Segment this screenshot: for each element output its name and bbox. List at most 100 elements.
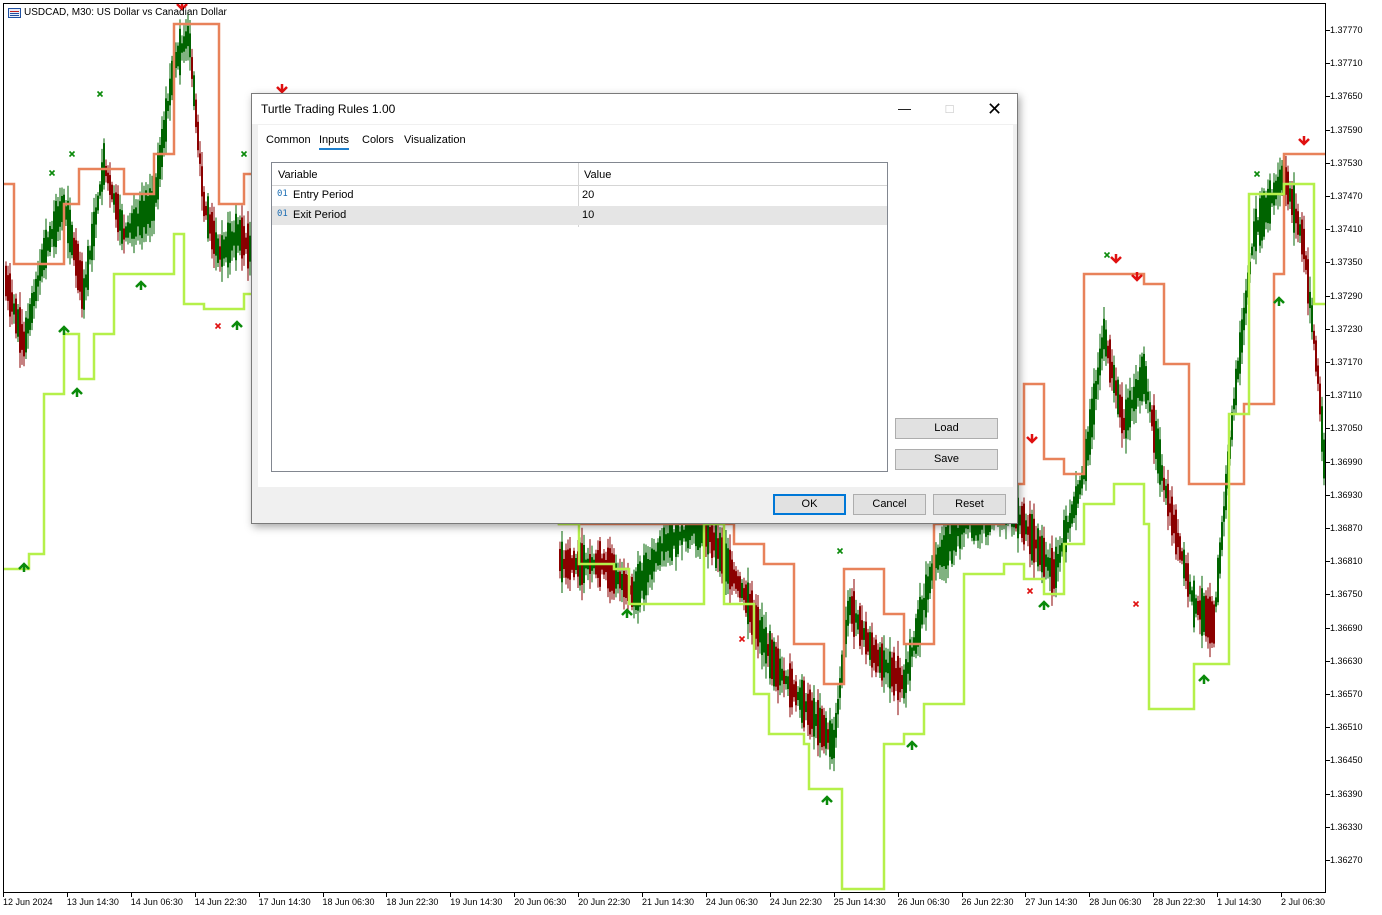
- candle-body: [729, 549, 731, 590]
- candle-body: [1255, 208, 1257, 252]
- candle-body: [835, 712, 837, 738]
- input-value[interactable]: 10: [582, 209, 594, 221]
- candle-body: [1169, 503, 1171, 513]
- candle-body: [1251, 246, 1253, 256]
- candle-body: [899, 667, 901, 693]
- load-button[interactable]: Load: [895, 418, 998, 439]
- candle-body: [759, 620, 761, 643]
- candle-body: [839, 678, 841, 698]
- candle-body: [1279, 169, 1281, 195]
- candle-body: [195, 99, 197, 128]
- exit-long-icon: [68, 150, 76, 158]
- time-tick-label: 2 Jul 06:30: [1281, 897, 1326, 907]
- candle-body: [1127, 397, 1129, 431]
- candle-body: [621, 573, 623, 591]
- candle-body: [1269, 180, 1271, 224]
- price-tick-label: 1.36750: [1330, 589, 1363, 600]
- candle-body: [73, 237, 75, 261]
- candle-body: [787, 676, 789, 690]
- candle-body: [905, 659, 907, 693]
- candle-body: [709, 526, 711, 543]
- candle-body: [871, 632, 873, 668]
- candle-body: [1201, 588, 1203, 636]
- candle-body: [755, 605, 757, 639]
- candle-body: [757, 606, 759, 647]
- candle-body: [929, 566, 931, 594]
- candle-body: [813, 698, 815, 737]
- tab-visualization[interactable]: Visualization: [404, 134, 466, 146]
- cancel-button[interactable]: Cancel: [853, 494, 926, 515]
- candle-body: [227, 222, 229, 268]
- candle-body: [887, 662, 889, 674]
- tab-inputs[interactable]: Inputs: [319, 134, 349, 150]
- candle-body: [935, 554, 937, 569]
- candle-body: [1309, 291, 1311, 309]
- candle-body: [61, 195, 63, 223]
- candle-body: [1177, 532, 1179, 548]
- candle-body: [1149, 402, 1151, 412]
- candle-body: [99, 184, 101, 196]
- candle-body: [1241, 319, 1243, 353]
- candle-body: [103, 143, 105, 185]
- candle-body: [239, 219, 241, 251]
- candle-body: [1105, 329, 1107, 357]
- column-header-variable[interactable]: Variable: [278, 169, 318, 181]
- dialog-titlebar[interactable]: Turtle Trading Rules 1.00 — □ ✕: [252, 94, 1017, 124]
- candle-body: [1289, 188, 1291, 202]
- buy-arrow-icon: [1198, 674, 1210, 684]
- time-tick-label: 24 Jun 06:30: [705, 897, 758, 907]
- candle-body: [559, 548, 561, 572]
- exit-long-icon: [240, 150, 248, 158]
- tab-common[interactable]: Common: [266, 134, 311, 146]
- candle-body: [1209, 596, 1211, 644]
- time-tick-label: 27 Jun 14:30: [1025, 897, 1078, 907]
- candle-body: [137, 213, 139, 227]
- candle-body: [69, 209, 71, 253]
- candle-body: [115, 192, 117, 220]
- candle-body: [1137, 380, 1139, 398]
- candle-body: [823, 715, 825, 747]
- candle-body: [185, 31, 187, 49]
- input-value[interactable]: 20: [582, 189, 594, 201]
- candle-body: [1307, 259, 1309, 304]
- tab-colors[interactable]: Colors: [362, 134, 394, 146]
- time-tick-label: 18 Jun 06:30: [322, 897, 375, 907]
- candle-body: [1291, 189, 1293, 215]
- candle-body: [831, 723, 833, 760]
- column-header-value[interactable]: Value: [584, 169, 611, 181]
- input-row-entry-period[interactable]: 01 Entry Period 20: [272, 186, 887, 205]
- sell-arrow-icon: [276, 84, 288, 94]
- candle-body: [771, 639, 773, 680]
- candle-body: [837, 699, 839, 715]
- reset-button[interactable]: Reset: [933, 494, 1006, 515]
- candle-body: [1121, 396, 1123, 434]
- candle-body: [655, 551, 657, 564]
- price-tick-label: 1.37530: [1330, 157, 1363, 168]
- close-button[interactable]: ✕: [972, 94, 1017, 124]
- candle-body: [611, 553, 613, 591]
- ok-button[interactable]: OK: [773, 494, 846, 515]
- minimize-button[interactable]: —: [882, 94, 927, 124]
- candle-body: [1253, 221, 1255, 247]
- candle-body: [751, 590, 753, 635]
- candle-body: [851, 596, 853, 624]
- time-tick-label: 18 Jun 22:30: [386, 897, 439, 907]
- candle-body: [1101, 337, 1103, 359]
- candle-body: [1171, 496, 1173, 536]
- input-row-exit-period[interactable]: 01 Exit Period 10: [272, 206, 887, 225]
- price-tick-label: 1.36390: [1330, 788, 1363, 799]
- candle-body: [245, 237, 247, 250]
- candle-body: [1259, 198, 1261, 246]
- candle-body: [1051, 547, 1053, 594]
- candle-body: [571, 558, 573, 570]
- maximize-button[interactable]: □: [927, 94, 972, 124]
- candle-body: [845, 619, 847, 645]
- candle-body: [891, 657, 893, 687]
- price-tick-label: 1.36810: [1330, 556, 1363, 567]
- candle-body: [727, 548, 729, 584]
- candle-body: [47, 237, 49, 251]
- candle-body: [187, 25, 189, 47]
- save-button[interactable]: Save: [895, 449, 998, 470]
- candle-body: [1037, 528, 1039, 567]
- candle-body: [715, 522, 717, 568]
